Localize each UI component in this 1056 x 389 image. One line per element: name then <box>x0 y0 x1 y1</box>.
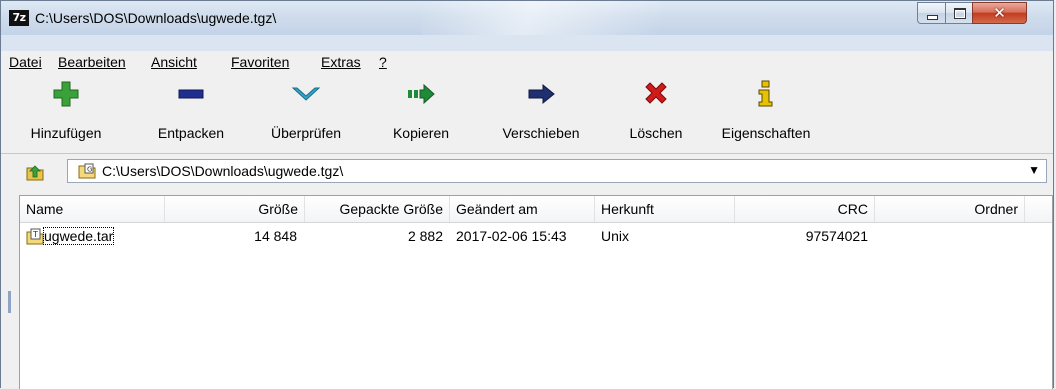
file-crc: 97574021 <box>805 228 868 244</box>
maximize-button[interactable] <box>945 2 973 24</box>
copy-button[interactable]: Kopieren <box>371 73 471 153</box>
file-packed-size: 2 882 <box>407 228 443 244</box>
move-button[interactable]: Verschieben <box>486 73 596 153</box>
column-origin[interactable]: Herkunft <box>595 196 735 222</box>
toolbar: Hinzufügen Entpacken Überprüfen Kopieren <box>1 73 1053 154</box>
menu-favoriten[interactable]: Favoriten <box>231 54 289 70</box>
extract-label: Entpacken <box>157 125 225 141</box>
properties-button[interactable]: Eigenschaften <box>711 73 821 153</box>
file-modified: 2017-02-06 15:43 <box>456 228 567 244</box>
address-input[interactable]: G C:\Users\DOS\Downloads\ugwede.tgz\ ▼ <box>67 159 1047 183</box>
file-size: 14 848 <box>254 228 297 244</box>
minimize-button[interactable] <box>917 2 946 24</box>
close-icon: ✕ <box>993 4 1006 22</box>
list-header: Name Größe Gepackte Größe Geändert am He… <box>20 196 1052 223</box>
plus-icon <box>53 81 79 107</box>
properties-label: Eigenschaften <box>721 125 811 141</box>
svg-text:T: T <box>32 230 38 239</box>
delete-label: Löschen <box>629 125 683 141</box>
copy-arrow-icon <box>408 83 435 105</box>
menu-datei[interactable]: Datei <box>9 54 42 70</box>
copy-label: Kopieren <box>392 125 450 141</box>
menu-bearbeiten[interactable]: Bearbeiten <box>58 54 126 70</box>
column-size[interactable]: Größe <box>165 196 305 222</box>
splitter-marker <box>8 291 11 313</box>
address-path: C:\Users\DOS\Downloads\ugwede.tgz\ <box>102 163 344 179</box>
test-button[interactable]: Überprüfen <box>256 73 356 153</box>
info-icon <box>758 80 773 107</box>
table-row[interactable]: T ugwede.tar 14 848 2 882 2017-02-06 15:… <box>20 226 1052 248</box>
close-button[interactable]: ✕ <box>972 2 1027 24</box>
folder-up-icon[interactable] <box>25 162 45 182</box>
maximize-icon <box>954 8 966 19</box>
extract-button[interactable]: Entpacken <box>136 73 246 153</box>
move-arrow-icon <box>528 83 555 105</box>
minimize-icon <box>927 15 938 20</box>
column-packed-size[interactable]: Gepackte Größe <box>305 196 450 222</box>
file-list: Name Größe Gepackte Größe Geändert am He… <box>19 195 1053 389</box>
address-bar: G C:\Users\DOS\Downloads\ugwede.tgz\ ▼ <box>1 156 1053 187</box>
add-label: Hinzufügen <box>30 125 102 141</box>
tar-file-icon: T <box>26 228 44 245</box>
title-bar[interactable]: 7z C:\Users\DOS\Downloads\ugwede.tgz\ ✕ <box>1 1 1053 35</box>
chevron-down-icon[interactable]: ▼ <box>1028 163 1040 177</box>
app-window: 7z C:\Users\DOS\Downloads\ugwede.tgz\ ✕ … <box>0 0 1054 389</box>
move-label: Verschieben <box>502 125 580 141</box>
delete-x-icon <box>645 82 667 104</box>
window-title: C:\Users\DOS\Downloads\ugwede.tgz\ <box>35 10 277 26</box>
app-logo-icon: 7z <box>9 10 29 26</box>
delete-button[interactable]: Löschen <box>611 73 701 153</box>
archive-file-icon: G <box>78 163 96 179</box>
svg-text:G: G <box>87 166 92 174</box>
column-folders[interactable]: Ordner <box>875 196 1025 222</box>
menu-extras[interactable]: Extras <box>321 54 361 70</box>
file-name[interactable]: ugwede.tar <box>42 227 115 245</box>
menu-ansicht[interactable]: Ansicht <box>151 54 197 70</box>
minus-icon <box>178 89 204 99</box>
title-bar-border <box>1 35 1053 51</box>
column-crc[interactable]: CRC <box>735 196 875 222</box>
menu-bar: Datei Bearbeiten Ansicht Favoriten Extra… <box>1 51 1053 73</box>
file-origin: Unix <box>601 228 630 244</box>
menu-help[interactable]: ? <box>379 54 387 70</box>
test-label: Überprüfen <box>270 125 342 141</box>
column-name[interactable]: Name <box>20 196 165 222</box>
add-button[interactable]: Hinzufügen <box>11 73 121 153</box>
column-modified[interactable]: Geändert am <box>450 196 595 222</box>
check-chevron-icon <box>291 87 321 101</box>
